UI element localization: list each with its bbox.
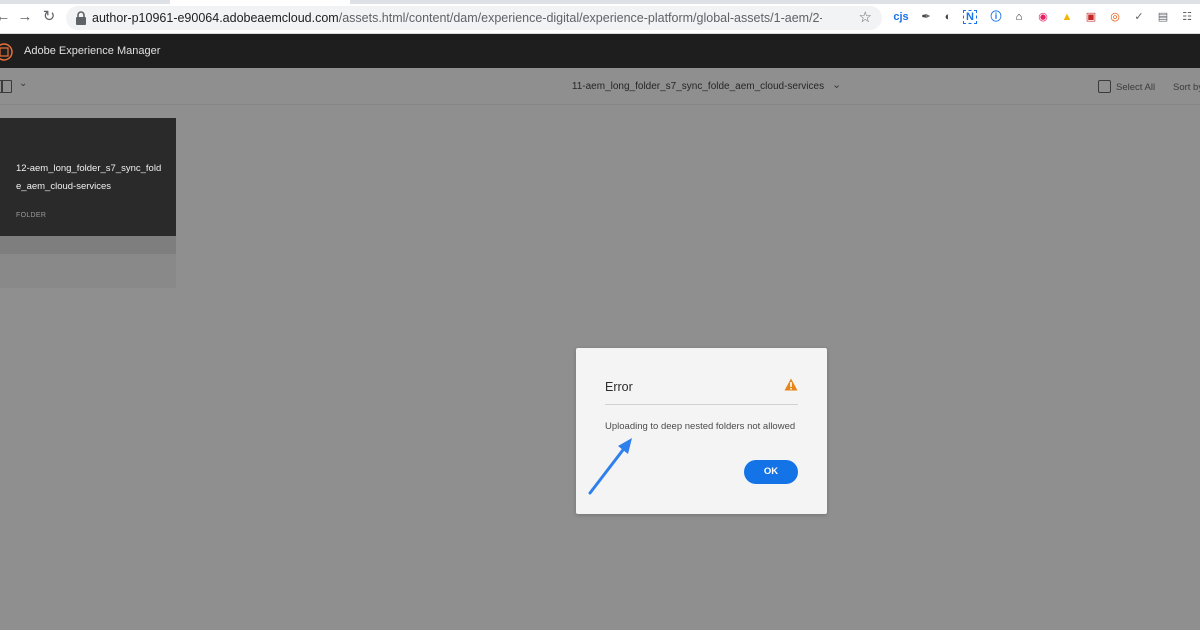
n-extension-icon[interactable]: N bbox=[963, 10, 977, 24]
ok-button[interactable]: OK bbox=[744, 460, 798, 484]
active-tab[interactable] bbox=[170, 0, 350, 4]
puzzle-extension-icon[interactable]: ☷ bbox=[1179, 9, 1195, 25]
card-name: 12-aem_long_folder_s7_sync_folde_aem_clo… bbox=[16, 163, 162, 192]
forward-arrow-icon[interactable]: → bbox=[16, 8, 34, 26]
folder-title[interactable]: 11-aem_long_folder_s7_sync_folde_aem_clo… bbox=[0, 81, 1200, 92]
folder-card[interactable]: 12-aem_long_folder_s7_sync_folde_aem_clo… bbox=[0, 118, 176, 288]
url-path: /assets.html/content/dam/experience-digi… bbox=[338, 11, 822, 25]
leaf-extension-icon[interactable]: ✓ bbox=[1131, 9, 1147, 25]
back-arrow-icon[interactable]: ← bbox=[0, 8, 12, 26]
reload-icon[interactable]: ↻ bbox=[40, 8, 58, 26]
bookmark-star-icon[interactable]: ☆ bbox=[859, 9, 872, 27]
lock-icon bbox=[76, 11, 86, 25]
dialog-divider bbox=[605, 404, 798, 405]
address-bar[interactable]: author-p10961-e90064.adobeaemcloud.com/a… bbox=[66, 6, 882, 30]
drive-extension-icon[interactable]: ▲ bbox=[1059, 9, 1075, 25]
record-extension-icon[interactable]: ◉ bbox=[1035, 9, 1051, 25]
pdf-extension-icon[interactable]: ▣ bbox=[1083, 9, 1099, 25]
alert-icon bbox=[784, 378, 798, 391]
card-thumbnail: 12-aem_long_folder_s7_sync_folde_aem_clo… bbox=[0, 118, 176, 236]
target-extension-icon[interactable]: ◎ bbox=[1107, 9, 1123, 25]
home-extension-icon[interactable]: ⌂ bbox=[1011, 9, 1027, 25]
app-title[interactable]: Adobe Experience Manager bbox=[24, 45, 160, 57]
browser-toolbar: ← → ↻ author-p10961-e90064.adobeaemcloud… bbox=[0, 0, 1200, 34]
select-all-checkbox-icon[interactable] bbox=[1098, 80, 1111, 93]
pen-extension-icon[interactable]: ✒ bbox=[918, 9, 934, 25]
dialog-title: Error bbox=[605, 380, 633, 394]
cjs-extension-icon[interactable]: cjs bbox=[893, 9, 909, 25]
url-text: author-p10961-e90064.adobeaemcloud.com/a… bbox=[92, 11, 822, 26]
tab-strip bbox=[0, 0, 1200, 4]
url-host: author-p10961-e90064.adobeaemcloud.com bbox=[92, 11, 339, 25]
info-extension-icon[interactable]: ⓘ bbox=[988, 9, 1004, 25]
aem-header: Adobe Experience Manager bbox=[0, 34, 1200, 68]
adobe-logo-icon[interactable] bbox=[0, 42, 14, 62]
select-all-button[interactable]: Select All bbox=[1116, 82, 1155, 93]
circle-extension-icon[interactable]: ◐ bbox=[940, 9, 956, 25]
title-chevron-down-icon[interactable]: ⌄ bbox=[832, 78, 841, 91]
card-footer bbox=[0, 236, 176, 254]
reader-extension-icon[interactable]: ▤ bbox=[1155, 9, 1171, 25]
annotation-arrow-icon bbox=[588, 438, 632, 495]
action-bar: ⌄ 11-aem_long_folder_s7_sync_folde_aem_c… bbox=[0, 68, 1200, 105]
card-type: FOLDER bbox=[16, 212, 47, 219]
sort-by-button[interactable]: Sort by bbox=[1173, 82, 1200, 93]
